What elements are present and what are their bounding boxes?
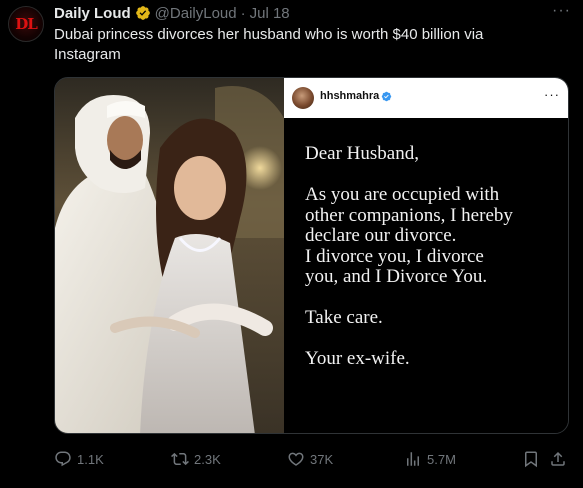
reply-count: 1.1K (77, 451, 104, 467)
letter-line: Your ex-wife. (305, 348, 410, 369)
letter-line (305, 165, 565, 186)
bookmark-button[interactable] (522, 448, 545, 470)
instagram-post: hhshmahra ··· Dear Husband, As you are o… (284, 78, 568, 433)
letter-line: other companions, I hereby (305, 204, 513, 226)
letter-line: you, and I Divorce You. (305, 266, 488, 287)
tweet-actions: 1.1K 2.3K 37K 5.7M (54, 448, 569, 470)
verified-badge-icon[interactable] (135, 5, 151, 21)
tweet[interactable]: DL Daily Loud @DailyLoud · Jul 18 ··· Du… (0, 0, 583, 488)
like-button[interactable]: 37K (287, 448, 333, 470)
separator-dot: · (240, 4, 246, 22)
repost-count: 2.3K (194, 451, 221, 467)
reply-button[interactable]: 1.1K (54, 448, 104, 470)
reply-icon (55, 451, 71, 467)
account-name[interactable]: Daily Loud (54, 5, 131, 22)
views-chart-icon (407, 452, 419, 466)
share-button[interactable] (549, 448, 572, 470)
letter-line: declare our divorce. (305, 225, 457, 246)
avatar-logo: DL (15, 15, 38, 33)
letter-line: Dear Husband, (305, 143, 419, 164)
letter-line (305, 288, 565, 309)
instagram-username: hhshmahra (320, 90, 380, 102)
repost-icon (171, 452, 189, 466)
letter-line: As you are occupied with (305, 184, 500, 205)
bookmark-icon (525, 451, 537, 468)
letter-line: Take care. (305, 307, 383, 328)
more-horizontal-icon[interactable]: ··· (552, 2, 571, 20)
tweet-header: Daily Loud @DailyLoud · Jul 18 (54, 4, 290, 22)
couple-photo-illustration (55, 78, 284, 433)
heart-icon (288, 452, 304, 466)
divorce-letter: Dear Husband, As you are occupied with o… (305, 143, 565, 370)
tweet-timestamp[interactable]: Jul 18 (250, 5, 290, 22)
avatar[interactable]: DL (8, 6, 44, 42)
instagram-verified-icon (381, 91, 392, 102)
tweet-text: Dubai princess divorces her husband who … (54, 26, 484, 63)
letter-line: I divorce you, I divorce (305, 245, 484, 267)
letter-line (305, 329, 565, 350)
repost-button[interactable]: 2.3K (171, 448, 221, 470)
account-handle[interactable]: @DailyLoud (155, 5, 237, 22)
media-attachment[interactable]: hhshmahra ··· Dear Husband, As you are o… (54, 77, 569, 434)
instagram-more-icon: ··· (544, 87, 560, 102)
couple-photo[interactable] (55, 78, 284, 433)
views-button[interactable]: 5.7M (404, 448, 456, 470)
like-count: 37K (310, 451, 334, 467)
instagram-post-header: hhshmahra ··· (284, 78, 568, 118)
views-count: 5.7M (427, 451, 456, 467)
share-icon (551, 451, 565, 466)
instagram-avatar (292, 87, 314, 109)
